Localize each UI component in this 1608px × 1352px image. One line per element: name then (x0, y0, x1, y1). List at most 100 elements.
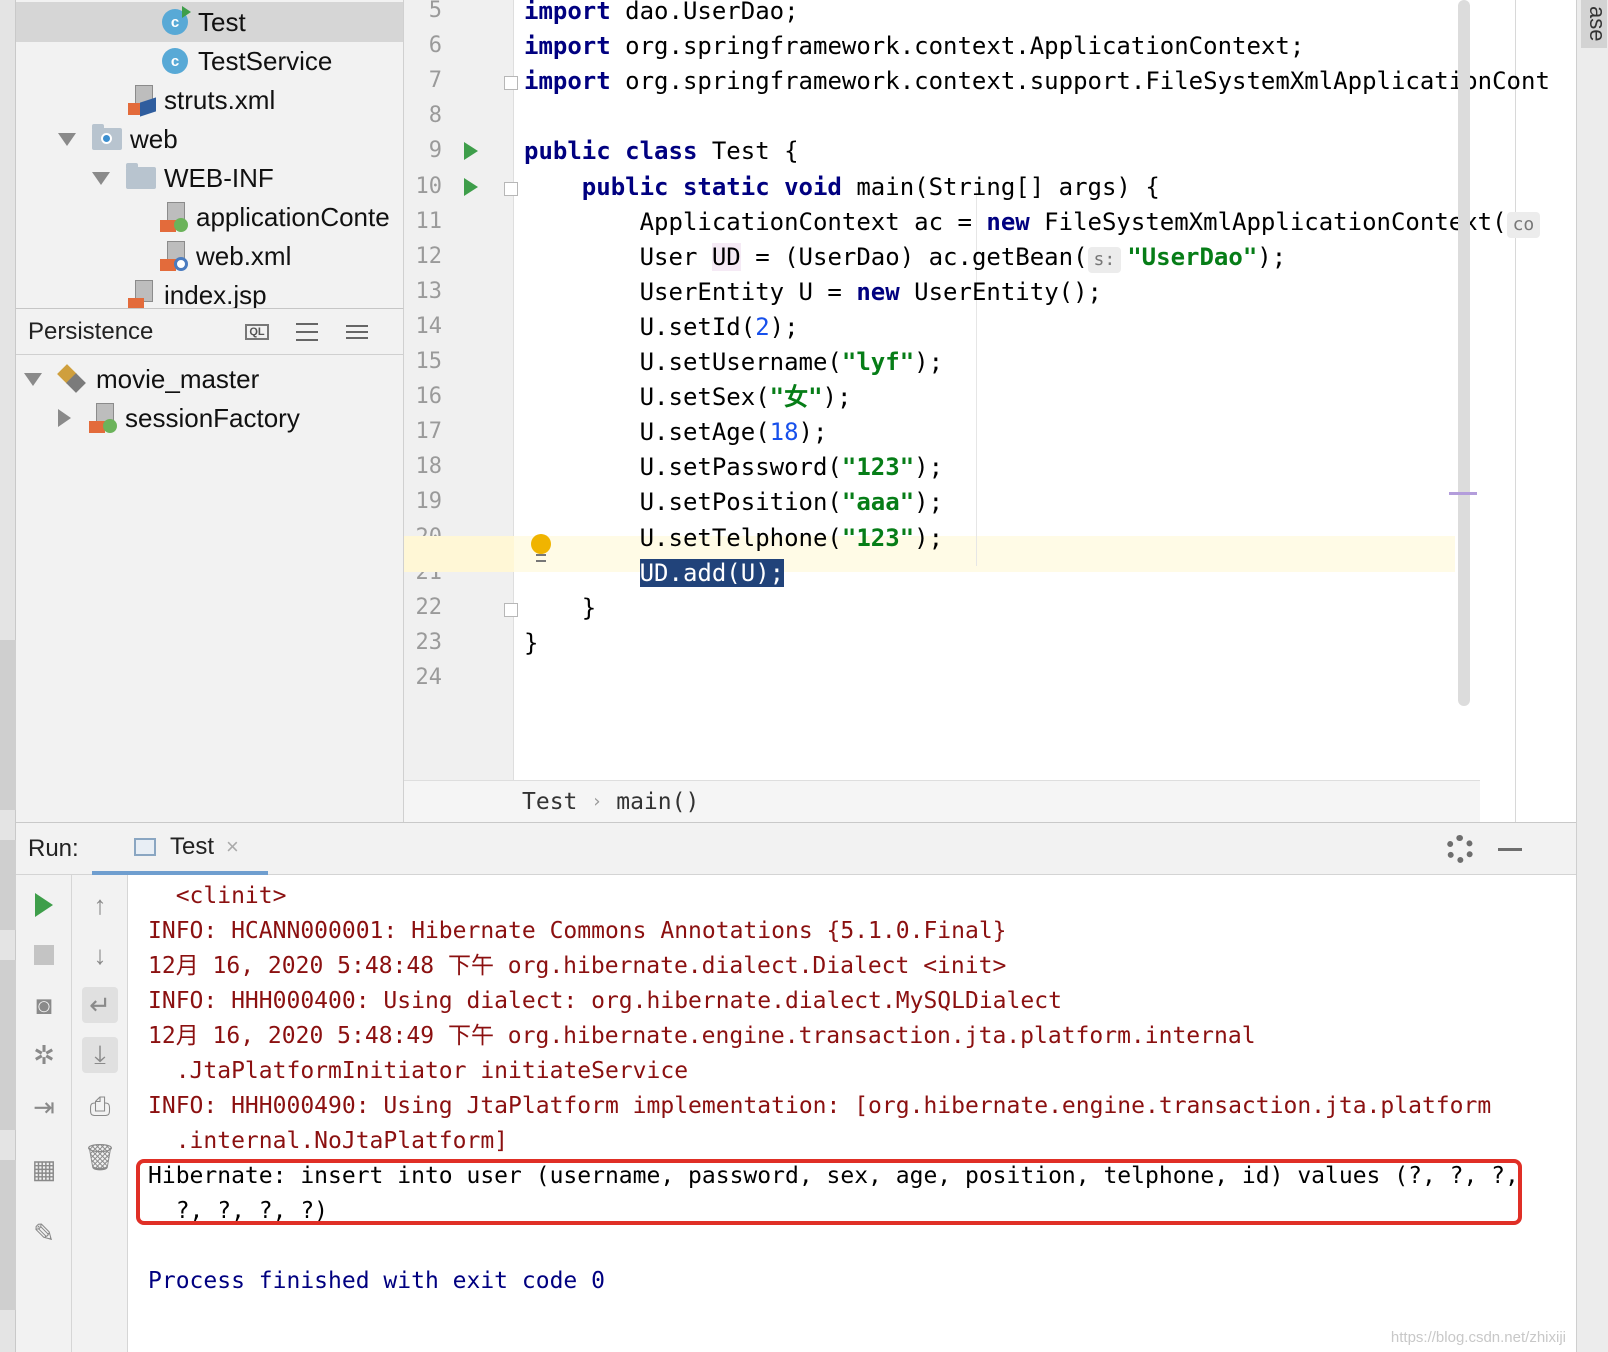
code-keyword: import (524, 0, 611, 25)
minimize-icon[interactable] (1498, 848, 1522, 851)
tree-item-test[interactable]: c Test (16, 2, 403, 42)
intention-bulb-icon[interactable] (530, 534, 552, 564)
code-line: import dao.UserDao; (524, 0, 799, 29)
code-line: ApplicationContext ac = new FileSystemXm… (524, 205, 1546, 240)
code-line: UD.add(U); (524, 556, 785, 591)
collapse-all-icon (344, 321, 370, 343)
editor-scrollbar[interactable] (1458, 0, 1470, 706)
code-keyword: new (986, 207, 1030, 236)
console-output[interactable]: <clinit> INFO: HCANN000001: Hibernate Com… (128, 875, 1576, 1352)
tool-strip-tab-persistence[interactable] (0, 640, 16, 810)
scroll-to-end-button[interactable]: ⤓ (82, 1037, 118, 1073)
code-text: ); (1257, 242, 1287, 271)
rerun-button[interactable] (26, 887, 62, 923)
tool-strip-tab-favorites[interactable] (0, 960, 16, 1130)
code-text: U.setPosition( (639, 488, 842, 517)
line-number: 16 (415, 384, 443, 410)
clear-all-button[interactable]: 🗑 (82, 1139, 118, 1175)
stop-button[interactable] (26, 937, 62, 973)
trash-icon: 🗑 (83, 1141, 117, 1172)
tab-test[interactable]: Test × (92, 823, 268, 875)
tree-item-label: TestService (198, 45, 333, 76)
persistence-item-movie-master[interactable]: movie_master (16, 359, 403, 399)
console-line: 12月 16, 2020 5:48:48 下午 org.hibernate.di… (148, 953, 1007, 979)
pin-button[interactable]: ✎ (26, 1215, 62, 1251)
run-label: Run: (28, 835, 79, 862)
tree-item-label: Test (198, 6, 246, 37)
console-line: INFO: HCANN000001: Hibernate Commons Ann… (148, 918, 1007, 944)
line-number: 6 (428, 33, 442, 59)
line-number: 24 (415, 664, 443, 690)
breadcrumb-method[interactable]: main() (616, 789, 699, 815)
fold-marker-icon[interactable] (504, 181, 518, 196)
run-method-marker[interactable] (464, 177, 478, 196)
expand-arrow-icon[interactable] (58, 132, 76, 146)
code-text: User (639, 242, 712, 271)
fold-marker-icon[interactable] (504, 76, 518, 91)
tree-item-application-context[interactable]: applicationConte (16, 197, 403, 237)
expand-all-button[interactable] (292, 319, 322, 345)
code-text: U.setAge( (639, 418, 770, 447)
collapse-arrow-icon[interactable] (58, 409, 71, 427)
code-variable: UD (711, 242, 741, 271)
line-number: 23 (415, 629, 443, 655)
scroll-down-button[interactable]: ↓ (82, 937, 118, 973)
code-text: main(String[] args) { (841, 172, 1160, 201)
restore-layout-button[interactable]: ⇥ (26, 1089, 62, 1125)
tree-item-label: web (130, 123, 178, 154)
class-icon: c (162, 48, 188, 74)
persistence-item-label: movie_master (96, 363, 260, 394)
layout-button[interactable]: ▦ (26, 1151, 62, 1187)
fold-marker-icon[interactable] (504, 602, 518, 617)
code-line: U.setPassword("123"); (524, 450, 943, 485)
code-editor[interactable]: 56789101112131415161718192021222324 impo… (404, 0, 1550, 822)
run-class-marker[interactable] (464, 142, 478, 161)
debug-button[interactable]: ✲ (26, 1037, 62, 1073)
tool-strip-tab-structure[interactable] (0, 1160, 16, 1310)
line-number: 22 (415, 594, 443, 620)
code-keyword: new (856, 277, 900, 306)
dump-threads-button[interactable]: ◙ (26, 987, 62, 1023)
tree-item-web-xml[interactable]: web.xml (16, 236, 403, 276)
code-text: ApplicationContext ac = (639, 207, 987, 236)
scroll-end-icon: ⤓ (94, 1039, 106, 1069)
close-icon[interactable]: × (226, 834, 239, 860)
run-toolbar-primary: ◙ ✲ ⇥ ▦ ✎ (16, 875, 72, 1352)
line-number: 12 (415, 243, 443, 269)
gear-icon[interactable] (1446, 835, 1474, 863)
expand-arrow-icon[interactable] (24, 372, 42, 386)
code-line: U.setTelphone("123"); (524, 521, 943, 556)
tree-item-struts-xml[interactable]: struts.xml (16, 80, 403, 120)
tree-item-web-inf[interactable]: WEB-INF (16, 158, 403, 198)
code-text: = (UserDao) ac.getBean( (740, 242, 1088, 271)
persistence-title: Persistence (28, 317, 154, 345)
ql-console-button[interactable]: QL (242, 319, 272, 345)
persistence-item-session-factory[interactable]: sessionFactory (16, 398, 403, 438)
code-line: User UD = (UserDao) ac.getBean(s: "UserDa… (524, 240, 1286, 275)
console-line: INFO: HHH000400: Using dialect: org.hibe… (148, 988, 1062, 1014)
console-line: INFO: HHH000490: Using JtaPlatform imple… (148, 1093, 1492, 1119)
line-number: 18 (415, 454, 443, 480)
code-number: 18 (769, 418, 799, 447)
soft-wrap-button[interactable]: ↵ (82, 987, 118, 1023)
line-number: 5 (428, 0, 442, 23)
expand-all-icon (294, 321, 320, 343)
scroll-up-button[interactable]: ↑ (82, 887, 118, 923)
tool-strip-tab-database[interactable]: ase (1581, 0, 1608, 48)
code-text: Test { (697, 137, 799, 166)
console-line: Process finished with exit code 0 (148, 1268, 605, 1294)
breadcrumb-class[interactable]: Test (522, 789, 577, 815)
collapse-all-button[interactable] (342, 319, 372, 345)
print-button[interactable]: ⎙ (82, 1089, 118, 1125)
tool-strip-tab-web[interactable] (0, 840, 16, 930)
expand-arrow-icon[interactable] (92, 171, 110, 185)
session-factory-icon (89, 403, 117, 433)
tree-item-label: WEB-INF (164, 162, 274, 193)
tree-item-index-jsp[interactable]: index.jsp (16, 275, 403, 308)
console-tab-icon (134, 838, 156, 856)
tree-item-web[interactable]: web (16, 119, 403, 159)
tree-item-testservice[interactable]: c TestService (16, 41, 403, 81)
code-string: "UserDao" (1127, 242, 1258, 271)
tree-item-label: index.jsp (164, 279, 267, 309)
